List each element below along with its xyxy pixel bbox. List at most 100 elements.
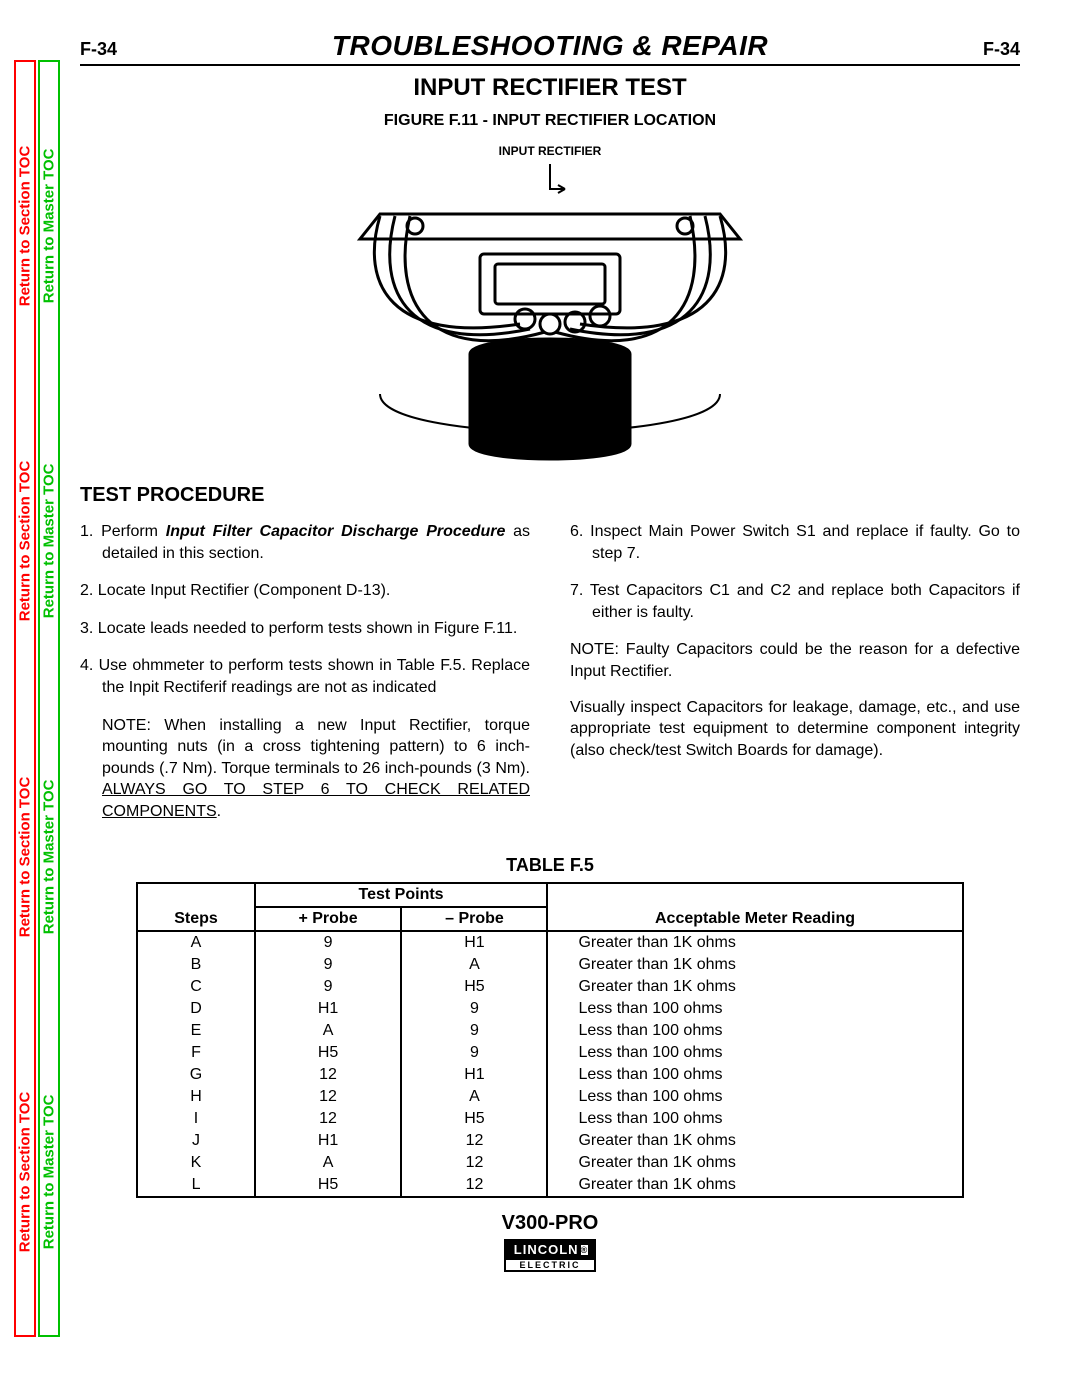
cell-plus-probe: 9 [255,931,402,954]
cell-plus-probe: 9 [255,976,402,998]
table-row: JH112Greater than 1K ohms [137,1130,962,1152]
cell-minus-probe: 12 [401,1152,547,1174]
sub-title: INPUT RECTIFIER TEST [80,74,1020,102]
table-f5: Steps Test Points Acceptable Meter Readi… [136,882,963,1198]
cell-reading: Less than 100 ohms [547,1064,962,1086]
page-number-right: F-34 [983,39,1020,60]
right-note-2: Visually inspect Capacitors for leakage,… [570,697,1020,762]
cell-step: K [137,1152,254,1174]
cell-reading: Greater than 1K ohms [547,1130,962,1152]
step-1: 1. Perform Input Filter Capacitor Discha… [80,521,530,564]
cell-reading: Greater than 1K ohms [547,1174,962,1197]
cell-step: A [137,931,254,954]
left-note: NOTE: When installing a new Input Rectif… [80,715,530,823]
col-minus-header: – Probe [401,907,547,931]
table-row: EA9Less than 100 ohms [137,1020,962,1042]
cell-reading: Less than 100 ohms [547,1020,962,1042]
cell-minus-probe: A [401,1086,547,1108]
cell-reading: Greater than 1K ohms [547,1152,962,1174]
cell-minus-probe: H5 [401,1108,547,1130]
left-column: 1. Perform Input Filter Capacitor Discha… [80,521,530,837]
table-row: LH512Greater than 1K ohms [137,1174,962,1197]
master-toc-link[interactable]: Return to Master TOC [40,383,58,698]
cell-step: H [137,1086,254,1108]
cell-step: J [137,1130,254,1152]
cell-minus-probe: 9 [401,1042,547,1064]
cell-minus-probe: 9 [401,1020,547,1042]
table-row: C9H5Greater than 1K ohms [137,976,962,998]
cell-plus-probe: H1 [255,998,402,1020]
rectifier-diagram-icon [320,144,780,474]
logo-bottom: ELECTRIC [504,1258,596,1272]
table-row: G12H1Less than 100 ohms [137,1064,962,1086]
cell-step: I [137,1108,254,1130]
master-toc-link[interactable]: Return to Master TOC [40,699,58,1014]
cell-step: F [137,1042,254,1064]
cell-minus-probe: 12 [401,1130,547,1152]
test-procedure-heading: TEST PROCEDURE [80,484,1020,507]
section-toc-link[interactable]: Return to Section TOC [16,68,34,383]
main-title: TROUBLESHOOTING & REPAIR [332,30,768,62]
figure-f11: INPUT RECTIFIER [320,144,780,474]
cell-plus-probe: 12 [255,1064,402,1086]
cell-minus-probe: H5 [401,976,547,998]
cell-step: E [137,1020,254,1042]
step-4: 4. Use ohmmeter to perform tests shown i… [80,655,530,698]
cell-minus-probe: A [401,954,547,976]
step-1-bold: Input Filter Capacitor Discharge Procedu… [166,523,506,540]
cell-step: B [137,954,254,976]
cell-step: D [137,998,254,1020]
cell-reading: Less than 100 ohms [547,998,962,1020]
table-row: H12ALess than 100 ohms [137,1086,962,1108]
cell-plus-probe: H5 [255,1042,402,1064]
table-row: DH19Less than 100 ohms [137,998,962,1020]
figure-caption: FIGURE F.11 - INPUT RECTIFIER LOCATION [80,112,1020,130]
left-note-underline: ALWAYS GO TO STEP 6 TO CHECK RELATED COM… [102,781,530,820]
lincoln-logo: LINCOLN® ELECTRIC [504,1239,596,1272]
step-6: 6. Inspect Main Power Switch S1 and repl… [570,521,1020,564]
cell-plus-probe: 12 [255,1108,402,1130]
model-name: V300-PRO [80,1212,1020,1235]
step-1-pre: 1. Perform [80,523,166,540]
col-testpoints-header: Test Points [255,883,548,907]
col-reading-header: Acceptable Meter Reading [547,883,962,931]
table-title: TABLE F.5 [80,855,1020,876]
cell-reading: Less than 100 ohms [547,1042,962,1064]
cell-reading: Greater than 1K ohms [547,931,962,954]
cell-plus-probe: 9 [255,954,402,976]
cell-reading: Greater than 1K ohms [547,954,962,976]
page-header: F-34 TROUBLESHOOTING & REPAIR F-34 [80,30,1020,66]
page-content: F-34 TROUBLESHOOTING & REPAIR F-34 INPUT… [80,30,1020,1367]
procedure-columns: 1. Perform Input Filter Capacitor Discha… [80,521,1020,837]
table-row: KA12Greater than 1K ohms [137,1152,962,1174]
cell-step: L [137,1174,254,1197]
section-toc-link[interactable]: Return to Section TOC [16,699,34,1014]
section-toc-column: Return to Section TOC Return to Section … [14,60,36,1337]
cell-minus-probe: 12 [401,1174,547,1197]
section-toc-link[interactable]: Return to Section TOC [16,383,34,698]
col-plus-header: + Probe [255,907,402,931]
side-nav-tabs: Return to Section TOC Return to Section … [14,60,62,1337]
table-row: A9H1Greater than 1K ohms [137,931,962,954]
logo-top: LINCOLN® [504,1239,596,1258]
right-column: 6. Inspect Main Power Switch S1 and repl… [570,521,1020,837]
col-steps-header: Steps [137,883,254,931]
cell-step: C [137,976,254,998]
step-3: 3. Locate leads needed to perform tests … [80,618,530,640]
table-row: B9AGreater than 1K ohms [137,954,962,976]
table-row: I12H5Less than 100 ohms [137,1108,962,1130]
cell-reading: Less than 100 ohms [547,1086,962,1108]
page-number-left: F-34 [80,39,117,60]
table-row: FH59Less than 100 ohms [137,1042,962,1064]
right-note-1: NOTE: Faulty Capacitors could be the rea… [570,639,1020,682]
figure-inline-label: INPUT RECTIFIER [499,144,602,158]
master-toc-link[interactable]: Return to Master TOC [40,68,58,383]
section-toc-link[interactable]: Return to Section TOC [16,1014,34,1329]
step-7: 7. Test Capacitors C1 and C2 and replace… [570,580,1020,623]
cell-minus-probe: H1 [401,1064,547,1086]
master-toc-link[interactable]: Return to Master TOC [40,1014,58,1329]
cell-plus-probe: 12 [255,1086,402,1108]
cell-plus-probe: H5 [255,1174,402,1197]
cell-plus-probe: H1 [255,1130,402,1152]
master-toc-column: Return to Master TOC Return to Master TO… [38,60,60,1337]
